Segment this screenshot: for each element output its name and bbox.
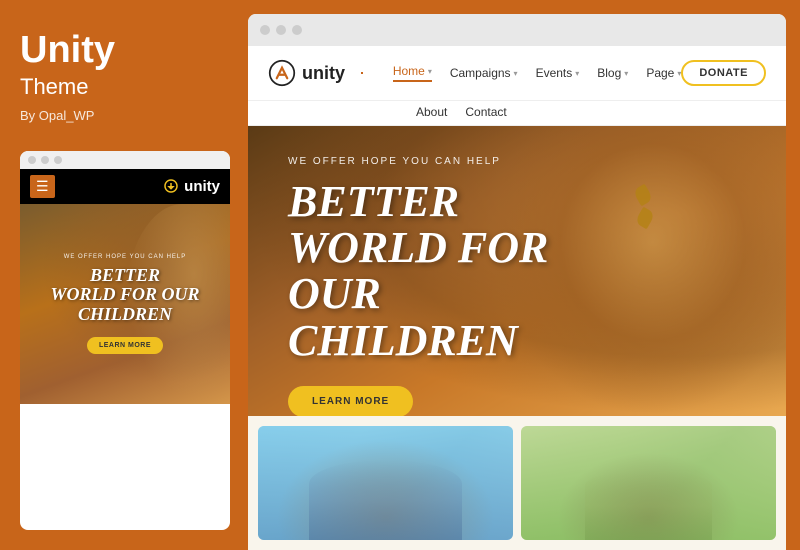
mobile-hero-title: BETTER WORLD FOR OUR CHILDREN [50, 266, 199, 325]
website-content: unity Home ▾ Campaigns ▾ Events [248, 46, 786, 550]
mobile-nav-bar: ☰ unity [20, 169, 230, 204]
hero-small-label: WE OFFER HOPE YOU CAN HELP [288, 156, 746, 167]
mobile-hero-content: WE OFFER HOPE YOU CAN HELP BETTER WORLD … [40, 244, 209, 364]
hero-content: WE OFFER HOPE YOU CAN HELP BETTER WORLD … [248, 126, 786, 416]
nav-link-contact[interactable]: Contact [465, 105, 506, 119]
hero-section: WE OFFER HOPE YOU CAN HELP BETTER WORLD … [248, 126, 786, 416]
nav-chevron-home: ▾ [428, 67, 432, 76]
people-silhouette-1 [309, 460, 462, 540]
site-logo: unity [268, 59, 345, 87]
main-browser-area: unity Home ▾ Campaigns ▾ Events [248, 14, 786, 550]
bottom-card-2 [521, 426, 776, 540]
mobile-dot-3 [54, 156, 62, 164]
mobile-hero-label: WE OFFER HOPE YOU CAN HELP [50, 254, 199, 260]
primary-nav: Home ▾ Campaigns ▾ Events ▾ Blog ▾ [393, 64, 682, 82]
bottom-card-1 [258, 426, 513, 540]
donate-button[interactable]: DONATE [681, 60, 766, 86]
browser-dot-2 [276, 25, 286, 35]
nav-link-home[interactable]: Home ▾ [393, 64, 432, 82]
nav-chevron-events: ▾ [575, 69, 579, 78]
sidebar: Unity Theme By Opal_WP ☰ unity WE OFFER … [0, 0, 248, 550]
nav-chevron-blog: ▾ [624, 69, 628, 78]
hero-learn-more-button[interactable]: LEARN MORE [288, 386, 413, 416]
mobile-preview-card: ☰ unity WE OFFER HOPE YOU CAN HELP BETTE… [20, 151, 230, 530]
mobile-unity-icon [162, 177, 180, 195]
browser-dot-3 [292, 25, 302, 35]
bottom-cards-strip [248, 416, 786, 550]
nav-link-about[interactable]: About [416, 105, 447, 119]
mobile-hero-section: WE OFFER HOPE YOU CAN HELP BETTER WORLD … [20, 204, 230, 404]
people-silhouette-2 [585, 472, 713, 540]
theme-subtitle: Theme [20, 74, 228, 100]
mobile-logo: unity [162, 177, 220, 195]
site-logo-text: unity [302, 63, 345, 84]
hero-title: BETTER WORLD FOR OUR CHILDREN [288, 179, 638, 364]
theme-title-group: Unity Theme By Opal_WP [20, 30, 228, 123]
browser-dot-1 [260, 25, 270, 35]
theme-author: By Opal_WP [20, 108, 228, 123]
secondary-nav: About Contact [248, 101, 786, 126]
nav-link-campaigns[interactable]: Campaigns ▾ [450, 66, 518, 80]
mobile-menu-button[interactable]: ☰ [30, 175, 55, 198]
mobile-dot-2 [41, 156, 49, 164]
nav-divider [361, 72, 363, 74]
site-nav-bar: unity Home ▾ Campaigns ▾ Events [248, 46, 786, 101]
mobile-dot-1 [28, 156, 36, 164]
theme-title: Unity [20, 30, 228, 72]
mobile-titlebar [20, 151, 230, 169]
nav-chevron-campaigns: ▾ [514, 69, 518, 78]
browser-titlebar [248, 14, 786, 46]
nav-right: DONATE [681, 60, 766, 86]
nav-link-page[interactable]: Page ▾ [646, 66, 681, 80]
unity-logo-icon [268, 59, 296, 87]
nav-link-events[interactable]: Events ▾ [536, 66, 580, 80]
mobile-logo-text: unity [184, 178, 220, 195]
site-navigation: unity Home ▾ Campaigns ▾ Events [248, 46, 786, 126]
mobile-learn-more-button[interactable]: LEARN MORE [87, 337, 163, 354]
nav-link-blog[interactable]: Blog ▾ [597, 66, 628, 80]
